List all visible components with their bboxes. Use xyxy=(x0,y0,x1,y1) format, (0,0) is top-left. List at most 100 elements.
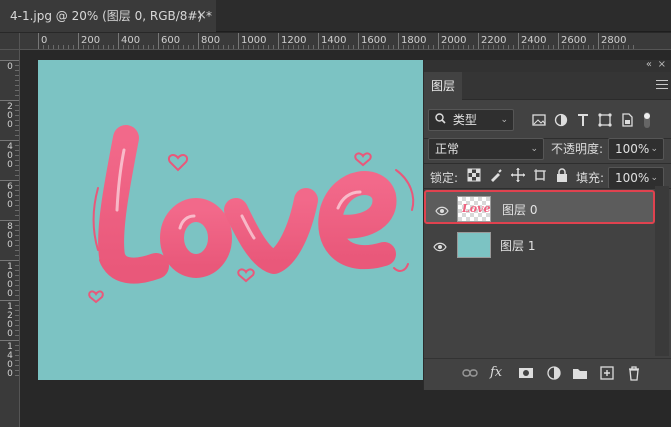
add-mask-icon[interactable] xyxy=(518,365,534,381)
ruler-label: 1 4 0 0 xyxy=(7,342,13,379)
pixel-filter-icon[interactable] xyxy=(530,110,548,130)
document-tab[interactable]: 4-1.jpg @ 20% (图层 0, RGB/8#) * × xyxy=(0,0,216,32)
link-layers-icon[interactable] xyxy=(462,365,478,381)
ruler-minor-tick xyxy=(15,85,19,86)
ruler-minor-tick xyxy=(188,45,189,49)
ruler-minor-tick xyxy=(15,155,19,156)
chevron-down-icon: ⌄ xyxy=(650,173,658,183)
document-canvas[interactable] xyxy=(38,60,424,380)
ruler-tick xyxy=(518,33,519,49)
ruler-minor-tick xyxy=(15,175,19,176)
ruler-minor-tick xyxy=(15,130,19,131)
ruler-minor-tick xyxy=(418,45,419,49)
eye-icon[interactable] xyxy=(435,202,449,216)
ruler-minor-tick xyxy=(323,45,324,49)
group-folder-icon[interactable] xyxy=(572,365,588,381)
document-tab-title: 4-1.jpg @ 20% (图层 0, RGB/8#) * xyxy=(10,9,212,23)
ruler-minor-tick xyxy=(15,360,19,361)
ruler-tick xyxy=(398,33,399,49)
ruler-minor-tick xyxy=(403,45,404,49)
blend-mode-value: 正常 xyxy=(435,142,460,156)
layer-name[interactable]: 图层 0 xyxy=(502,201,537,218)
lock-image-pixels-icon[interactable] xyxy=(488,167,504,183)
shape-filter-icon[interactable] xyxy=(596,110,614,130)
ruler-minor-tick xyxy=(15,305,19,306)
ruler-minor-tick xyxy=(15,90,19,91)
layer-row-selected[interactable]: Love 图层 0 xyxy=(424,190,655,224)
ruler-label: 2 0 0 xyxy=(7,102,13,130)
ruler-tick xyxy=(438,33,439,49)
close-panel-icon[interactable]: × xyxy=(658,59,666,70)
ruler-minor-tick xyxy=(273,45,274,49)
ruler-minor-tick xyxy=(15,225,19,226)
ruler-minor-tick xyxy=(15,170,19,171)
ruler-minor-tick xyxy=(113,45,114,49)
thumbnail-text: Love xyxy=(462,202,491,215)
collapse-panels-icon[interactable]: « xyxy=(646,59,652,70)
filter-kind-select[interactable]: 类型 ⌄ xyxy=(428,109,514,131)
ruler-minor-tick xyxy=(258,45,259,49)
panel-menu-icon[interactable] xyxy=(656,80,668,90)
blend-mode-select[interactable]: 正常 ⌄ xyxy=(428,138,544,160)
ruler-minor-tick xyxy=(15,275,19,276)
lock-artboard-icon[interactable] xyxy=(532,167,548,183)
ruler-minor-tick xyxy=(328,45,329,49)
lock-position-icon[interactable] xyxy=(510,167,526,183)
ruler-minor-tick xyxy=(83,45,84,49)
tab-layers[interactable]: 图层 xyxy=(424,72,462,100)
layer-thumbnail: Love xyxy=(457,196,491,222)
ruler-minor-tick xyxy=(15,95,19,96)
lock-all-icon[interactable] xyxy=(554,167,570,183)
trash-icon[interactable] xyxy=(626,365,642,381)
adjustment-filter-icon[interactable] xyxy=(552,110,570,130)
vertical-ruler[interactable]: 0 2 0 0 4 0 0 6 0 0 8 0 0 1 0 0 0 1 2 0 0 1 4 0… xyxy=(0,50,20,427)
ruler-minor-tick xyxy=(15,110,19,111)
layer-name[interactable]: 图层 1 xyxy=(500,237,535,254)
ruler-minor-tick xyxy=(15,185,19,186)
ruler-minor-tick xyxy=(488,45,489,49)
ruler-minor-tick xyxy=(93,45,94,49)
ruler-minor-tick xyxy=(15,65,19,66)
horizontal-ruler[interactable]: 0 200 400 600 800 1000 1200 1400 1600 1800 2000 220… xyxy=(20,33,671,50)
lock-transparent-pixels-icon[interactable] xyxy=(466,167,482,183)
layer-row[interactable]: 图层 1 xyxy=(424,228,671,262)
ruler-tick xyxy=(0,180,19,181)
chevron-down-icon: ⌄ xyxy=(530,144,538,154)
eye-icon[interactable] xyxy=(433,238,447,252)
filter-toggle-icon[interactable] xyxy=(638,110,656,130)
ruler-tick xyxy=(0,260,19,261)
ruler-minor-tick xyxy=(308,45,309,49)
smart-object-filter-icon[interactable] xyxy=(618,110,636,130)
ruler-tick xyxy=(478,33,479,49)
new-layer-icon[interactable] xyxy=(599,365,615,381)
panel-dock-strip: « × xyxy=(424,59,671,72)
ruler-minor-tick xyxy=(383,45,384,49)
opacity-field[interactable]: 100% ⌄ xyxy=(608,138,664,160)
ruler-minor-tick xyxy=(203,45,204,49)
adjustment-layer-icon[interactable] xyxy=(546,365,562,381)
panel-header: 图层 xyxy=(424,72,671,100)
layers-scrollbar[interactable] xyxy=(655,186,669,356)
ruler-minor-tick xyxy=(248,45,249,49)
ruler-minor-tick xyxy=(468,45,469,49)
ruler-tick xyxy=(158,33,159,49)
close-icon[interactable]: × xyxy=(196,0,207,32)
ruler-minor-tick xyxy=(163,45,164,49)
ruler-minor-tick xyxy=(15,350,19,351)
chevron-down-icon: ⌄ xyxy=(650,144,658,154)
ruler-tick xyxy=(558,33,559,49)
ruler-tick xyxy=(0,100,19,101)
ruler-minor-tick xyxy=(15,135,19,136)
ruler-minor-tick xyxy=(15,80,19,81)
ruler-minor-tick xyxy=(178,45,179,49)
ruler-corner[interactable] xyxy=(0,33,20,50)
ruler-minor-tick xyxy=(343,45,344,49)
ruler-minor-tick xyxy=(15,345,19,346)
ruler-minor-tick xyxy=(15,280,19,281)
ruler-minor-tick xyxy=(128,45,129,49)
ruler-tick xyxy=(358,33,359,49)
type-filter-icon[interactable] xyxy=(574,110,592,130)
ruler-minor-tick xyxy=(15,120,19,121)
ruler-minor-tick xyxy=(493,45,494,49)
fx-icon[interactable]: fx xyxy=(490,365,506,381)
